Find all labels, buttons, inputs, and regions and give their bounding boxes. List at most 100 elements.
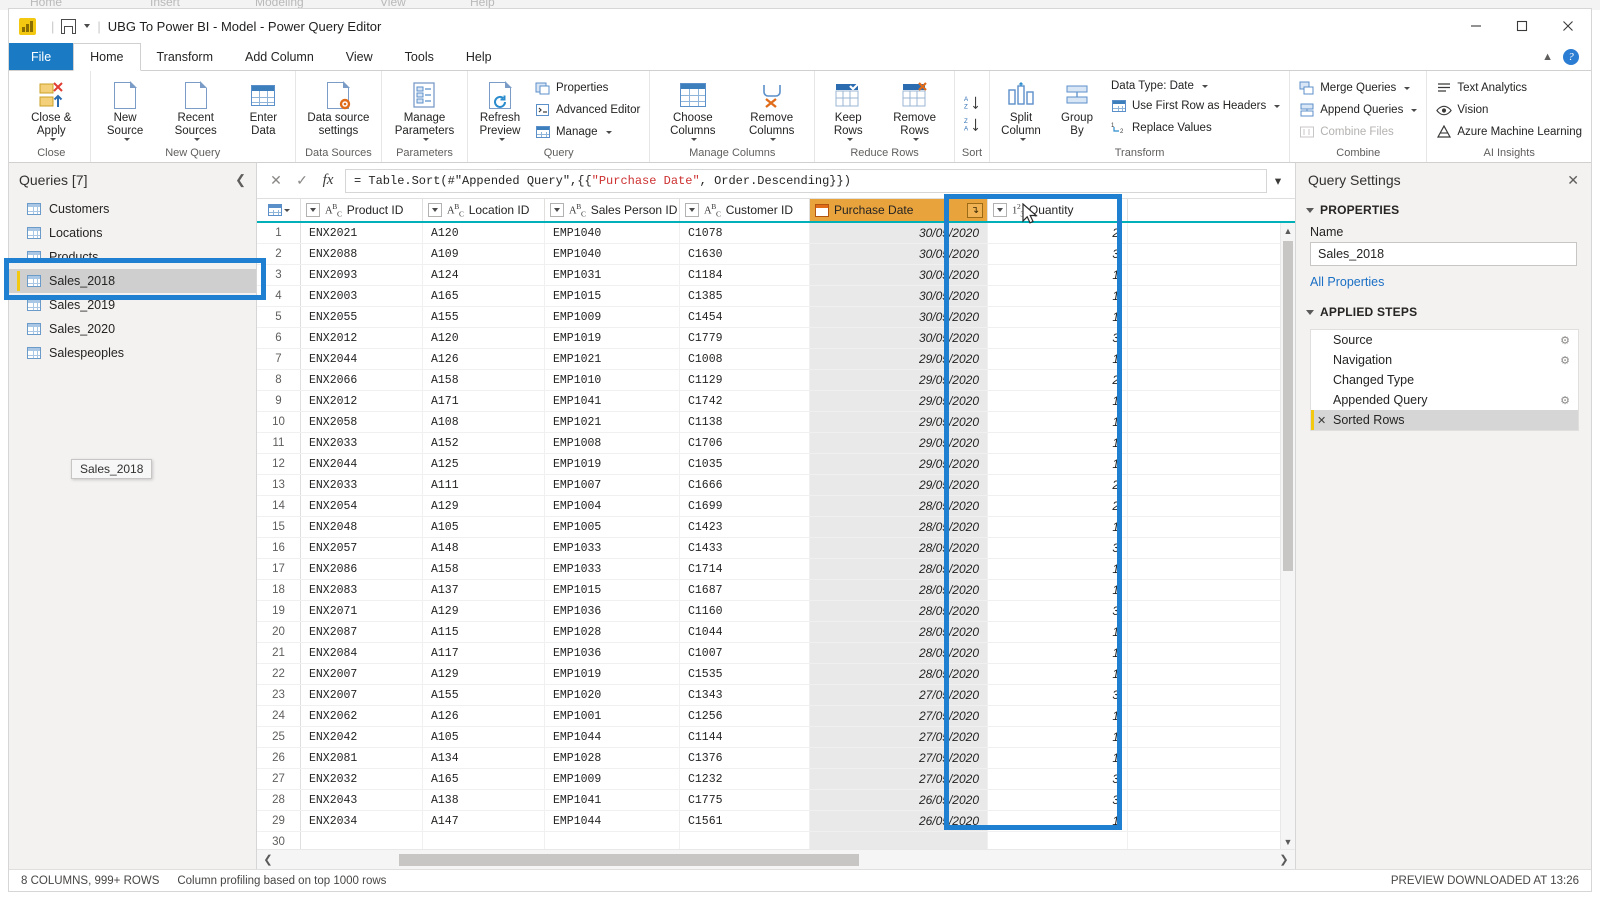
collapse-ribbon-chevron-up-icon[interactable]: ▲	[1542, 51, 1553, 63]
remove-rows-button[interactable]: Remove Rows	[879, 76, 950, 143]
close-button[interactable]	[1545, 9, 1591, 43]
cell-salesperson[interactable]: EMP1040	[545, 244, 680, 264]
cell-product[interactable]: ENX2055	[301, 307, 423, 327]
cell-qty[interactable]: 3	[988, 769, 1128, 789]
table-row[interactable]: 29 ENX2034 A147 EMP1044 C1561 26/05/2020 1	[257, 811, 1295, 832]
cell-customer[interactable]: C1714	[680, 559, 810, 579]
cell-date[interactable]: 28/05/2020	[810, 538, 988, 558]
cell-salesperson[interactable]: EMP1007	[545, 475, 680, 495]
tab-home[interactable]: Home	[73, 43, 141, 71]
filter-dropdown-icon[interactable]	[306, 203, 320, 217]
cell-date[interactable]: 27/05/2020	[810, 748, 988, 768]
chevron-down-icon[interactable]	[846, 138, 853, 142]
cell-qty[interactable]: 1	[988, 727, 1128, 747]
table-row[interactable]: 14 ENX2054 A129 EMP1004 C1699 28/05/2020 2	[257, 496, 1295, 517]
cell-product[interactable]: ENX2062	[301, 706, 423, 726]
cell-customer[interactable]: C1144	[680, 727, 810, 747]
cell-location[interactable]: A158	[423, 370, 545, 390]
tab-add-column[interactable]: Add Column	[229, 43, 330, 70]
cell-customer[interactable]: C1699	[680, 496, 810, 516]
chevron-down-icon[interactable]	[1201, 84, 1208, 88]
cell-salesperson[interactable]: EMP1028	[545, 748, 680, 768]
cell-salesperson[interactable]: EMP1008	[545, 433, 680, 453]
cell-qty[interactable]: 2	[988, 475, 1128, 495]
horizontal-scroll-thumb[interactable]	[399, 853, 859, 866]
cell-customer[interactable]: C1078	[680, 223, 810, 243]
cell-product[interactable]: ENX2048	[301, 517, 423, 537]
cell-customer[interactable]: C1184	[680, 265, 810, 285]
table-row[interactable]: 19 ENX2071 A129 EMP1036 C1160 28/05/2020 3	[257, 601, 1295, 622]
properties-button[interactable]: Properties	[530, 78, 645, 98]
step-settings-gear-icon[interactable]: ⚙	[1560, 394, 1570, 407]
cell-qty[interactable]: 3	[988, 790, 1128, 810]
cell-product[interactable]: ENX2084	[301, 643, 423, 663]
cell-product[interactable]: ENX2044	[301, 349, 423, 369]
sort-ascending-button[interactable]: A Z	[959, 93, 985, 113]
cell-customer[interactable]: C1129	[680, 370, 810, 390]
horizontal-scroll-track[interactable]	[279, 853, 1273, 867]
table-row[interactable]: 20 ENX2087 A115 EMP1028 C1044 28/05/2020 1	[257, 622, 1295, 643]
cell-salesperson[interactable]: EMP1036	[545, 643, 680, 663]
keep-rows-button[interactable]: Keep Rows	[819, 76, 877, 143]
cell-date[interactable]: 29/05/2020	[810, 454, 988, 474]
applied-step-source[interactable]: Source ⚙	[1311, 330, 1578, 350]
cell-location[interactable]: A117	[423, 643, 545, 663]
query-item-sales_2018[interactable]: Sales_2018	[9, 269, 256, 293]
cell-qty[interactable]: 2	[988, 223, 1128, 243]
cell-product[interactable]: ENX2066	[301, 370, 423, 390]
cell-product[interactable]: ENX2071	[301, 601, 423, 621]
advanced-editor-button[interactable]: Advanced Editor	[530, 100, 645, 120]
cell-location[interactable]: A165	[423, 769, 545, 789]
cell-salesperson[interactable]: EMP1001	[545, 706, 680, 726]
cell-date[interactable]: 28/05/2020	[810, 580, 988, 600]
cell-location[interactable]: A120	[423, 328, 545, 348]
table-row[interactable]: 27 ENX2032 A165 EMP1009 C1232 27/05/2020 3	[257, 769, 1295, 790]
cell-location[interactable]: A158	[423, 559, 545, 579]
chevron-down-icon[interactable]	[913, 138, 920, 142]
cell-qty[interactable]: 1	[988, 622, 1128, 642]
scroll-left-arrow-icon[interactable]: ❮	[257, 853, 279, 866]
applied-step-appended-query[interactable]: Appended Query ⚙	[1311, 390, 1578, 410]
select-all-table-icon[interactable]	[257, 199, 301, 221]
cell-product[interactable]	[301, 832, 423, 849]
cell-date[interactable]: 28/05/2020	[810, 517, 988, 537]
use-first-row-as-headers-button[interactable]: Use First Row as Headers	[1106, 96, 1285, 116]
chevron-down-icon[interactable]	[691, 138, 698, 142]
cell-customer[interactable]: C1385	[680, 286, 810, 306]
cell-date[interactable]: 29/05/2020	[810, 391, 988, 411]
cell-date[interactable]: 29/05/2020	[810, 412, 988, 432]
cell-customer[interactable]	[680, 832, 810, 849]
cell-product[interactable]: ENX2034	[301, 811, 423, 831]
delete-step-x-icon[interactable]: ✕	[1317, 414, 1326, 427]
cell-location[interactable]: A105	[423, 727, 545, 747]
filter-dropdown-icon[interactable]	[550, 203, 564, 217]
cell-date[interactable]: 30/05/2020	[810, 265, 988, 285]
cell-date[interactable]: 30/05/2020	[810, 328, 988, 348]
cell-date[interactable]: 30/05/2020	[810, 223, 988, 243]
append-queries-button[interactable]: Append Queries	[1294, 100, 1422, 120]
cell-date[interactable]: 29/05/2020	[810, 349, 988, 369]
cell-qty[interactable]: 1	[988, 265, 1128, 285]
cell-location[interactable]: A125	[423, 454, 545, 474]
cell-date[interactable]: 27/05/2020	[810, 769, 988, 789]
applied-step-navigation[interactable]: Navigation ⚙	[1311, 350, 1578, 370]
cell-product[interactable]: ENX2007	[301, 685, 423, 705]
cell-salesperson[interactable]: EMP1019	[545, 328, 680, 348]
table-row[interactable]: 21 ENX2084 A117 EMP1036 C1007 28/05/2020 1	[257, 643, 1295, 664]
cell-date[interactable]: 28/05/2020	[810, 496, 988, 516]
horizontal-scrollbar[interactable]: ❮ ❯	[257, 849, 1295, 869]
cell-location[interactable]: A111	[423, 475, 545, 495]
cell-customer[interactable]: C1687	[680, 580, 810, 600]
tab-transform[interactable]: Transform	[141, 43, 230, 70]
cell-location[interactable]: A129	[423, 601, 545, 621]
cell-customer[interactable]: C1779	[680, 328, 810, 348]
query-name-input[interactable]: Sales_2018	[1310, 242, 1577, 266]
close-query-settings-icon[interactable]: ✕	[1567, 172, 1579, 189]
cell-customer[interactable]: C1232	[680, 769, 810, 789]
step-settings-gear-icon[interactable]: ⚙	[1560, 334, 1570, 347]
sort-descending-indicator-icon[interactable]: ↴	[967, 202, 983, 218]
cell-customer[interactable]: C1138	[680, 412, 810, 432]
cell-location[interactable]: A155	[423, 307, 545, 327]
cell-customer[interactable]: C1433	[680, 538, 810, 558]
cell-salesperson[interactable]: EMP1044	[545, 727, 680, 747]
